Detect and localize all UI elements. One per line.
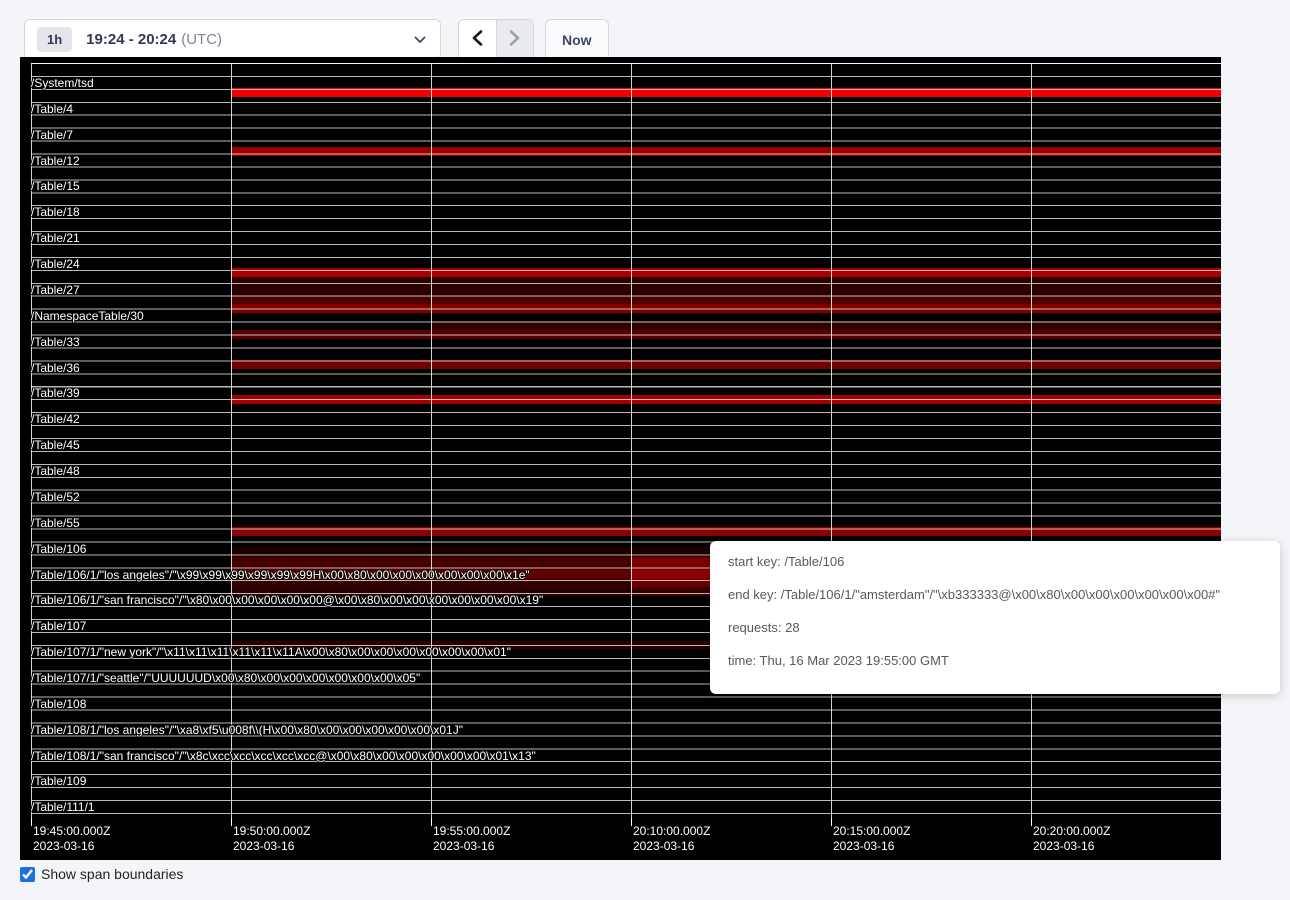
row-label: /Table/108/1/"los angeles"/"\xa8\xf5\u00… <box>31 724 463 736</box>
row-label: /Table/45 <box>31 439 80 451</box>
heat-band <box>231 277 1221 296</box>
time-window-badge: 1h <box>37 27 72 52</box>
column-boundary-line <box>631 63 632 820</box>
heat-band <box>231 147 1221 156</box>
axis-label: 20:10:00.000Z2023-03-16 <box>633 824 710 854</box>
row-label: /Table/52 <box>31 491 80 503</box>
time-range-label: 19:24 - 20:24 <box>86 31 176 48</box>
time-axis: 19:45:00.000Z2023-03-16 19:50:00.000Z2023… <box>20 818 1221 860</box>
next-button[interactable] <box>496 20 533 59</box>
key-visualizer-heatmap[interactable]: /System/tsd/Table/4/Table/7/Table/12/Tab… <box>20 57 1221 860</box>
tooltip-requests: requests: 28 <box>728 621 1280 635</box>
chevron-down-icon <box>414 36 426 44</box>
heat-band <box>231 557 631 570</box>
heat-band <box>231 579 631 587</box>
show-span-boundaries-label: Show span boundaries <box>41 866 183 882</box>
heat-band <box>431 321 1221 330</box>
heat-band <box>231 395 1221 404</box>
row-label: /Table/12 <box>31 155 80 167</box>
heat-band <box>231 88 1221 97</box>
heat-band <box>231 360 1221 369</box>
row-label: /Table/27 <box>31 284 80 296</box>
row-label: /NamespaceTable/30 <box>31 310 144 322</box>
axis-tick <box>231 818 232 826</box>
heatmap-top-boundary <box>31 63 1221 64</box>
row-label: /Table/36 <box>31 362 80 374</box>
axis-label: 20:15:00.000Z2023-03-16 <box>833 824 910 854</box>
row-label: /Table/55 <box>31 517 80 529</box>
axis-label: 19:45:00.000Z2023-03-16 <box>33 824 110 854</box>
prev-button[interactable] <box>459 20 496 59</box>
heat-band <box>231 330 1221 339</box>
row-label: /Table/109 <box>31 775 86 787</box>
heat-band <box>231 527 1221 536</box>
heat-band <box>231 570 631 579</box>
row-label: /Table/24 <box>31 258 80 270</box>
row-label: /Table/4 <box>31 103 73 115</box>
axis-label: 19:50:00.000Z2023-03-16 <box>233 824 310 854</box>
column-boundary-line <box>1031 63 1032 820</box>
row-label: /Table/48 <box>31 465 80 477</box>
chevron-right-icon <box>509 30 520 49</box>
span-boundary-lines <box>31 63 1221 820</box>
axis-tick <box>431 818 432 826</box>
axis-label: 19:55:00.000Z2023-03-16 <box>433 824 510 854</box>
time-range-timezone: (UTC) <box>181 31 222 48</box>
row-label: /Table/7 <box>31 129 73 141</box>
show-span-boundaries-checkbox[interactable] <box>20 867 35 882</box>
row-label: /Table/107/1/"new york"/"\x11\x11\x11\x1… <box>31 646 511 658</box>
row-label: /Table/33 <box>31 336 80 348</box>
column-boundary-line <box>431 63 432 820</box>
column-boundary-line <box>31 63 32 820</box>
row-label: /Table/111/1 <box>31 801 95 813</box>
row-label: /System/tsd <box>31 77 94 89</box>
axis-tick <box>831 818 832 826</box>
time-range-selector[interactable]: 1h 19:24 - 20:24 (UTC) <box>24 19 441 60</box>
row-label: /Table/108 <box>31 698 86 710</box>
row-label: /Table/15 <box>31 180 80 192</box>
row-label: /Table/18 <box>31 206 80 218</box>
axis-tick <box>31 818 32 826</box>
column-boundary-line <box>231 63 232 820</box>
chevron-left-icon <box>472 30 483 49</box>
time-nav-group <box>458 19 534 60</box>
row-label: /Table/21 <box>31 232 80 244</box>
row-label: /Table/42 <box>31 413 80 425</box>
row-label: /Table/106 <box>31 543 86 555</box>
span-tooltip: start key: /Table/106 end key: /Table/10… <box>710 541 1280 694</box>
now-button[interactable]: Now <box>545 19 609 60</box>
row-label: /Table/107/1/"seattle"/"UUUUUUD\x00\x80\… <box>31 672 420 684</box>
row-label: /Table/106/1/"los angeles"/"\x99\x99\x99… <box>31 569 530 581</box>
heat-band <box>231 587 631 596</box>
heat-band <box>231 296 1221 304</box>
column-boundary-line <box>831 63 832 820</box>
span-boundaries-control: Show span boundaries <box>20 866 183 882</box>
axis-tick <box>1031 818 1032 826</box>
axis-tick <box>631 818 632 826</box>
tooltip-end-key: end key: /Table/106/1/"amsterdam"/"\xb33… <box>728 588 1280 602</box>
tooltip-time: time: Thu, 16 Mar 2023 19:55:00 GMT <box>728 654 1280 668</box>
axis-label: 20:20:00.000Z2023-03-16 <box>1033 824 1110 854</box>
heat-band <box>231 304 1221 313</box>
row-label: /Table/107 <box>31 620 86 632</box>
row-label: /Table/106/1/"san francisco"/"\x80\x00\x… <box>31 594 543 606</box>
tooltip-start-key: start key: /Table/106 <box>728 555 1280 569</box>
row-label: /Table/108/1/"san francisco"/"\x8c\xcc\x… <box>31 750 536 762</box>
row-label: /Table/39 <box>31 387 80 399</box>
heat-band <box>231 268 1221 277</box>
